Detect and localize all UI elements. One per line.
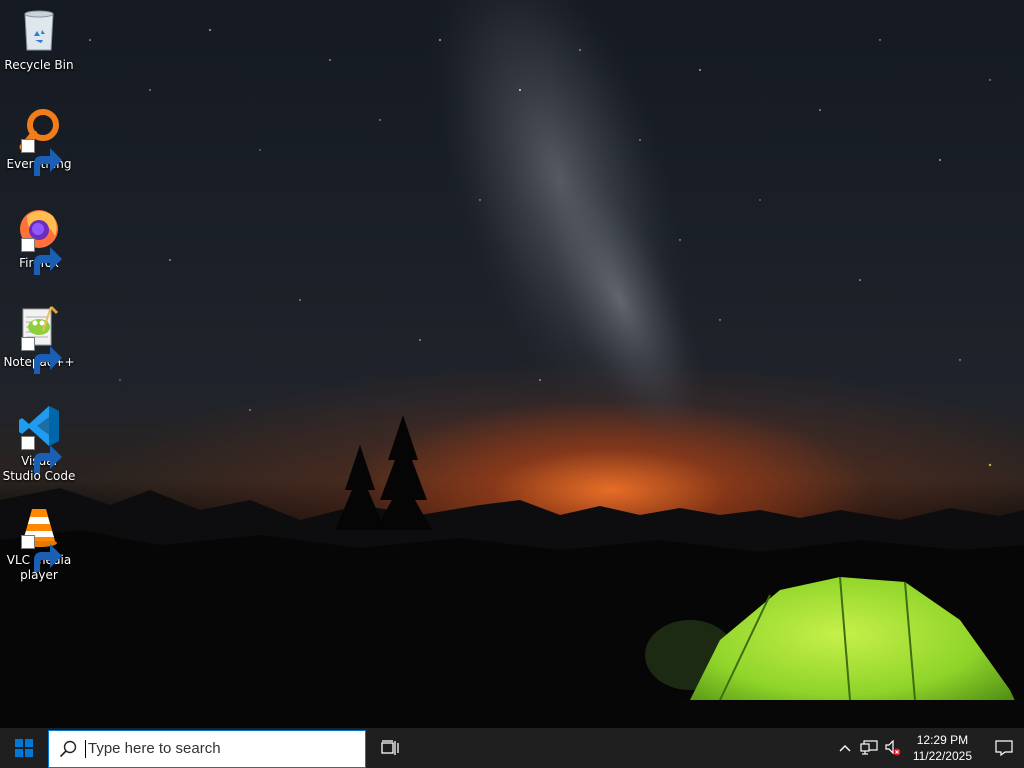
wallpaper-image xyxy=(0,0,1024,728)
text-caret xyxy=(85,739,86,758)
taskbar: 12:29 PM 11/22/2025 xyxy=(0,728,1024,768)
volume-button[interactable] xyxy=(881,728,905,768)
taskbar-search-box[interactable] xyxy=(48,729,366,768)
show-hidden-icons-button[interactable] xyxy=(833,728,857,768)
task-view-icon xyxy=(381,740,399,755)
desktop-icon-firefox[interactable]: Firefox xyxy=(2,204,76,275)
windows-logo-icon xyxy=(15,739,33,757)
recycle-bin-icon xyxy=(15,6,63,54)
desktop[interactable]: Recycle Bin Everything F xyxy=(0,0,1024,728)
vlc-icon xyxy=(15,501,63,572)
desktop-icon-vlc[interactable]: VLC media player xyxy=(2,501,76,583)
shortcut-arrow-icon xyxy=(21,436,62,473)
shortcut-arrow-icon xyxy=(21,535,62,572)
shortcut-arrow-icon xyxy=(21,337,62,374)
network-icon xyxy=(860,740,878,755)
shortcut-arrow-icon xyxy=(21,238,62,275)
task-view-button[interactable] xyxy=(366,728,414,768)
notepad-plus-plus-icon xyxy=(15,303,63,374)
desktop-icon-notepad-plus-plus[interactable]: Notepad++ xyxy=(2,303,76,374)
shortcut-arrow-icon xyxy=(21,139,62,176)
search-input[interactable] xyxy=(88,740,348,757)
everything-search-icon xyxy=(15,105,63,176)
clock[interactable]: 12:29 PM 11/22/2025 xyxy=(905,728,980,768)
system-tray: 12:29 PM 11/22/2025 xyxy=(833,728,1024,768)
vscode-icon xyxy=(15,402,63,473)
firefox-icon xyxy=(15,204,63,275)
desktop-icon-everything[interactable]: Everything xyxy=(2,105,76,176)
desktop-icon-vscode[interactable]: Visual Studio Code xyxy=(2,402,76,484)
network-button[interactable] xyxy=(857,728,881,768)
start-button[interactable] xyxy=(0,728,48,768)
clock-date: 11/22/2025 xyxy=(912,749,972,763)
clock-time: 12:29 PM xyxy=(916,733,969,747)
desktop-icon-label: Recycle Bin xyxy=(4,58,74,72)
action-center-button[interactable] xyxy=(984,728,1024,768)
desktop-icon-recycle-bin[interactable]: Recycle Bin xyxy=(2,6,76,73)
volume-muted-icon xyxy=(885,740,901,756)
action-center-icon xyxy=(995,740,1013,756)
chevron-up-icon xyxy=(839,745,851,752)
search-icon xyxy=(49,731,87,767)
